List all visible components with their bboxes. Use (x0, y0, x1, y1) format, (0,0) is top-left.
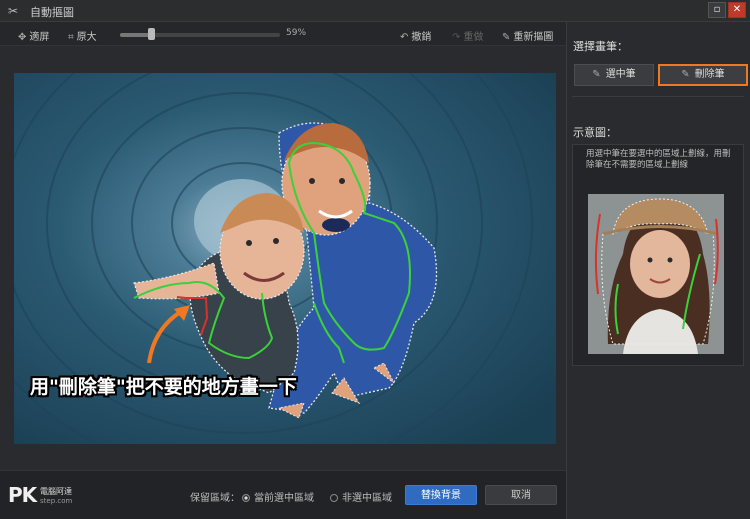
zoom-slider[interactable] (120, 33, 280, 37)
demo-description: 用選中筆在要選中的區域上劃線，用刪除筆在不需要的區域上劃線 (586, 149, 731, 170)
original-size-icon: ⌗ (68, 32, 74, 43)
maximize-button[interactable]: ▫ (708, 2, 726, 18)
keep-area-label: 保留區域： (190, 493, 240, 504)
replace-background-button[interactable]: 替換背景 (405, 485, 477, 505)
brand-logo: PK 電腦阿達 step.com (8, 483, 73, 507)
annotation-text: 用"刪除筆"把不要的地方畫一下 (30, 376, 297, 398)
undo-icon: ↶ (400, 32, 409, 43)
brush-heading: 選擇畫筆： (573, 40, 628, 53)
keep-unselected-radio[interactable]: 非選中區域 (330, 489, 392, 504)
demo-illustration (588, 194, 724, 354)
cutout-app-icon: ✂ (8, 4, 19, 18)
zoom-value: 59% (286, 28, 307, 38)
brush-icon: ✎ (502, 32, 511, 43)
zoom-slider-fill (120, 33, 152, 37)
cancel-button[interactable]: 取消 (485, 485, 557, 505)
close-button[interactable]: ✕ (728, 2, 746, 18)
fit-screen-button[interactable]: ✥ 適屏 (18, 28, 49, 43)
undo-button[interactable]: ↶ 撤銷 (400, 28, 431, 43)
redo-icon: ↷ (452, 32, 461, 43)
demo-heading: 示意圖： (573, 126, 617, 139)
demo-image (588, 194, 724, 354)
original-size-button[interactable]: ⌗ 原大 (68, 28, 97, 43)
title-bar: ✂ 自動摳圖 ▫ ✕ (0, 0, 750, 22)
radio-unselected-icon (330, 494, 338, 502)
zoom-slider-handle[interactable] (148, 28, 156, 40)
delete-brush-button[interactable]: ✎ 刪除筆 (658, 64, 748, 86)
radio-selected-icon (242, 494, 250, 502)
keep-selected-radio[interactable]: 當前選中區域 (242, 489, 314, 504)
redo-button[interactable]: ↷ 重做 (452, 28, 483, 43)
window-title: 自動摳圖 (30, 6, 74, 19)
fit-screen-icon: ✥ (18, 32, 27, 43)
select-brush-icon: ✎ (592, 69, 601, 80)
reselect-button[interactable]: ✎ 重新摳圖 (502, 28, 553, 43)
panel-divider (572, 96, 744, 97)
delete-brush-icon: ✎ (681, 69, 690, 80)
select-brush-button[interactable]: ✎ 選中筆 (574, 64, 654, 86)
